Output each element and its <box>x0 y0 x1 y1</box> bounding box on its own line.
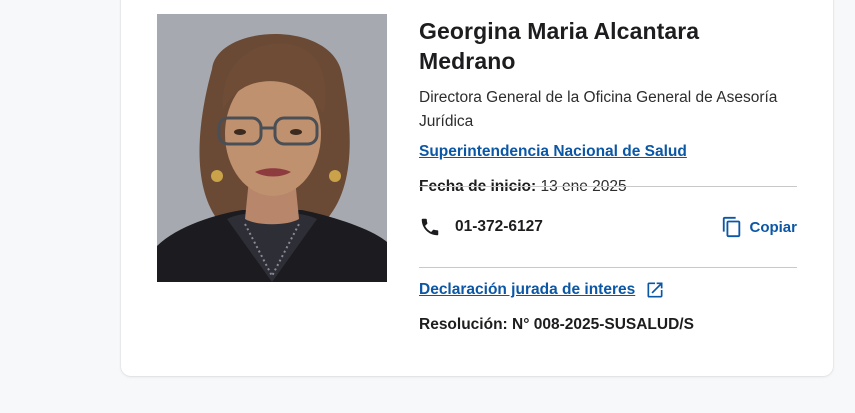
copy-label: Copiar <box>749 218 797 236</box>
declaration-row: Declaración jurada de interes <box>419 280 665 300</box>
copy-button[interactable]: Copiar <box>721 216 797 238</box>
profile-info: Georgina Maria Alcantara Medrano Directo… <box>419 14 797 333</box>
declaration-link[interactable]: Declaración jurada de interes <box>419 281 635 299</box>
profile-photo <box>157 14 387 282</box>
phone-number: 01-372-6127 <box>455 218 543 235</box>
profile-role: Directora General de la Oficina General … <box>419 89 778 130</box>
start-date: Fecha de inicio: 13 ene 2025 <box>419 176 797 198</box>
copy-icon <box>723 216 741 238</box>
profile-name: Georgina Maria Alcantara Medrano <box>419 18 700 74</box>
divider <box>419 267 797 268</box>
resolution-text: Resolución: N° 008-2025-SUSALUD/S <box>419 316 694 333</box>
organization-link[interactable]: Superintendencia Nacional de Salud <box>419 140 687 164</box>
external-link-icon[interactable] <box>645 280 665 300</box>
divider <box>419 186 797 187</box>
phone-row: 01-372-6127 Copiar <box>419 213 797 241</box>
phone-icon <box>421 218 439 236</box>
